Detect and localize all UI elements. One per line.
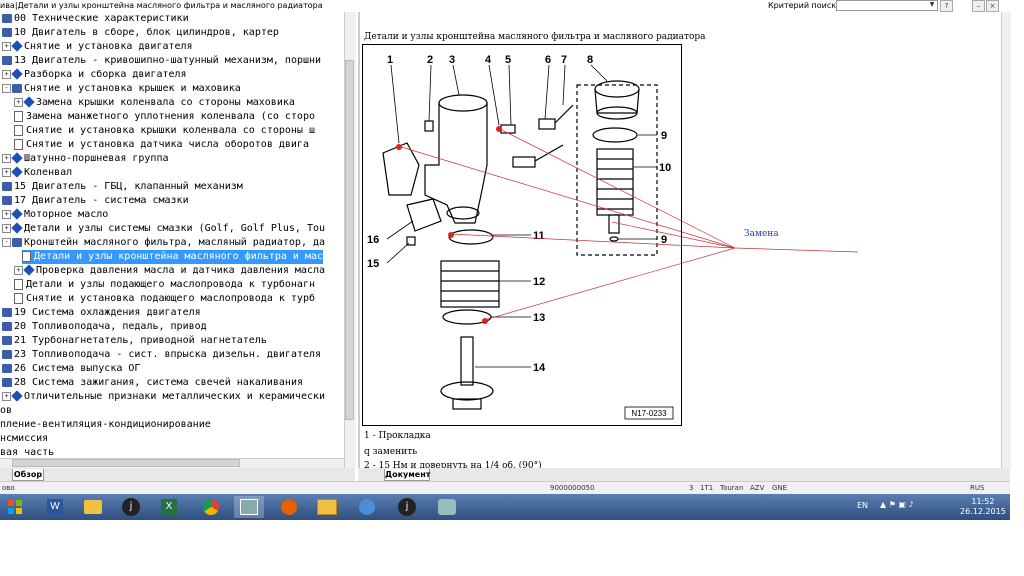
clock-time: 11:52 bbox=[971, 497, 995, 506]
caption-line-1: 1 - Прокладка bbox=[364, 431, 431, 441]
chrome-button[interactable] bbox=[196, 496, 226, 518]
excel-icon: X bbox=[161, 499, 177, 515]
joxi-button[interactable]: j bbox=[116, 496, 146, 518]
explorer-icon bbox=[317, 499, 337, 515]
word-icon: W bbox=[47, 499, 63, 515]
image-icon bbox=[438, 499, 456, 515]
tray-icons[interactable]: ▲ ⚑ ▣ ♪ bbox=[880, 500, 950, 512]
windows-logo-icon bbox=[8, 500, 22, 514]
joxi2-icon: j bbox=[398, 498, 416, 516]
caption-line-3: 2 - 15 Нм и довернуть на 1/4 об. (90°) bbox=[364, 461, 542, 468]
joxi2-button[interactable]: j bbox=[392, 496, 422, 518]
clock-date: 26.12.2015 bbox=[960, 507, 1006, 516]
chrome-icon bbox=[203, 499, 219, 515]
excel-button[interactable]: X bbox=[154, 496, 184, 518]
elsa-button[interactable] bbox=[234, 496, 264, 518]
caption-line-2: q заменить bbox=[364, 447, 418, 457]
joxi-icon: j bbox=[122, 498, 140, 516]
media-button[interactable] bbox=[352, 496, 382, 518]
elsa-icon bbox=[240, 499, 258, 515]
tab-document[interactable]: Документ bbox=[384, 469, 430, 481]
replace-annotation: Замена bbox=[744, 229, 779, 239]
tray-clock[interactable]: 11:52 26.12.2015 bbox=[960, 497, 1006, 517]
right-tab-bar bbox=[358, 468, 1010, 481]
explorer2-button[interactable] bbox=[312, 496, 342, 518]
start-button[interactable] bbox=[0, 496, 30, 518]
image-viewer-button[interactable] bbox=[432, 496, 462, 518]
folder-icon bbox=[84, 500, 102, 514]
tray-language[interactable]: EN bbox=[857, 501, 868, 510]
word-button[interactable]: W bbox=[40, 496, 70, 518]
status-bar: ово 9000000050 3 1T1 Touran AZV GNE RUS bbox=[0, 481, 1010, 495]
firefox-button[interactable] bbox=[274, 496, 304, 518]
speaker-icon bbox=[359, 499, 375, 515]
explorer-button[interactable] bbox=[78, 496, 108, 518]
firefox-icon bbox=[281, 499, 297, 515]
